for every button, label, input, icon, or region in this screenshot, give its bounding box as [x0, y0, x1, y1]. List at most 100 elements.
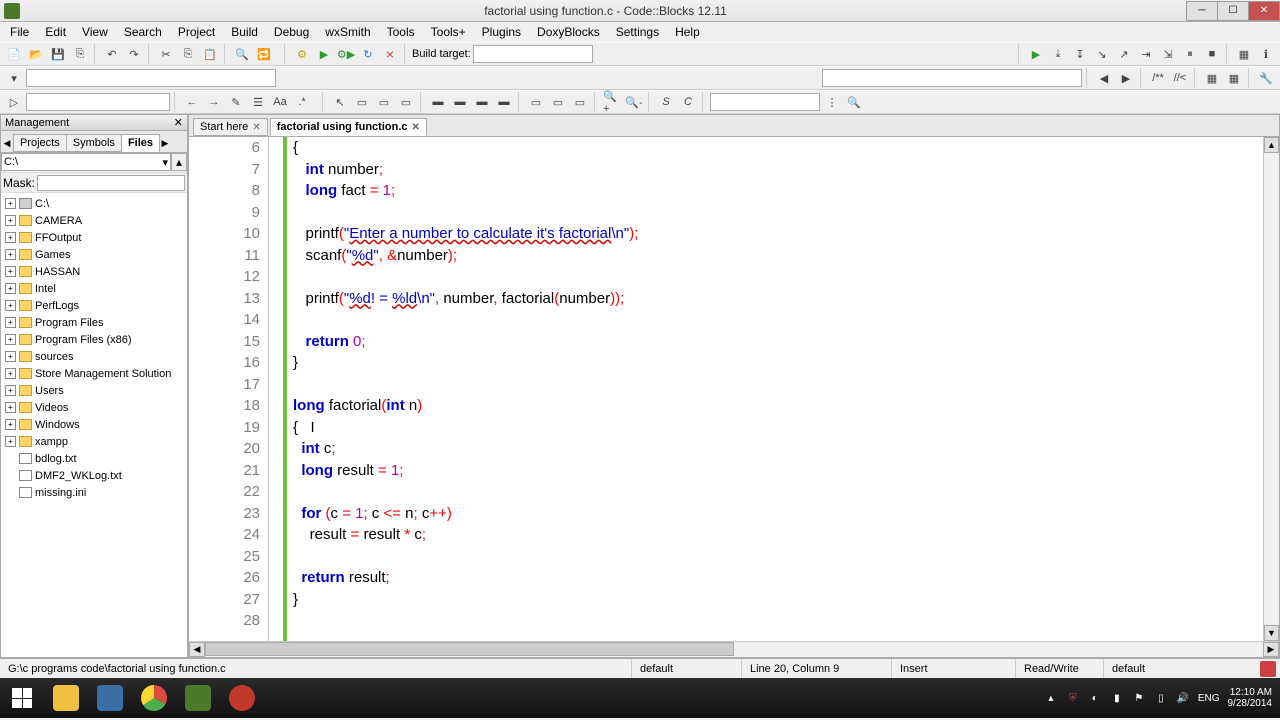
tab-symbols[interactable]: Symbols [66, 134, 122, 152]
tree-item[interactable]: +Users [3, 382, 185, 399]
scroll-right-icon[interactable]: ▶ [1263, 642, 1279, 657]
block-3-icon[interactable]: ▭ [396, 92, 416, 112]
find-icon[interactable]: 🔍 [232, 44, 252, 64]
block-9-icon[interactable]: ▭ [548, 92, 568, 112]
tree-item[interactable]: +PerfLogs [3, 297, 185, 314]
doctab[interactable]: factorial using function.c✕ [270, 118, 427, 136]
menu-wxsmith[interactable]: wxSmith [317, 23, 378, 41]
maximize-button[interactable]: ☐ [1217, 1, 1249, 21]
paste-icon[interactable]: 📋 [200, 44, 220, 64]
menu-view[interactable]: View [74, 23, 116, 41]
symbol-combo[interactable] [822, 69, 1082, 87]
doxy-line-icon[interactable]: //< [1170, 68, 1190, 88]
code-text[interactable]: { int number; long fact = 1; printf("Ent… [287, 137, 1263, 641]
tree-item[interactable]: +sources [3, 348, 185, 365]
tree-item[interactable]: missing.ini [3, 484, 185, 501]
new-file-icon[interactable]: 📄 [4, 44, 24, 64]
replace-icon[interactable]: 🔁 [254, 44, 274, 64]
tab-projects[interactable]: Projects [13, 134, 67, 152]
close-icon[interactable]: ✕ [174, 116, 183, 129]
doctab[interactable]: Start here✕ [193, 118, 268, 136]
menu-settings[interactable]: Settings [608, 23, 667, 41]
expander-icon[interactable]: + [5, 402, 16, 413]
expander-icon[interactable]: + [5, 436, 16, 447]
dropdown-icon[interactable]: ▾ [4, 68, 24, 88]
virtualbox-task-icon[interactable] [88, 678, 132, 718]
scroll-left-icon[interactable]: ◀ [189, 642, 205, 657]
recorder-task-icon[interactable] [220, 678, 264, 718]
expander-icon[interactable]: + [5, 368, 16, 379]
close-tab-icon[interactable]: ✕ [412, 122, 420, 133]
code-editor[interactable]: 6789101112131415161718192021222324252627… [189, 137, 1279, 641]
zoom-out-icon[interactable]: 🔍- [624, 92, 644, 112]
info-icon[interactable]: ℹ [1256, 44, 1276, 64]
expander-icon[interactable]: + [5, 215, 16, 226]
expander-icon[interactable]: + [5, 385, 16, 396]
block-4-icon[interactable]: ▬ [428, 92, 448, 112]
menu-file[interactable]: File [2, 23, 37, 41]
undo-icon[interactable]: ↶ [102, 44, 122, 64]
tree-item[interactable]: +Intel [3, 280, 185, 297]
abort-icon[interactable]: ⨯ [380, 44, 400, 64]
debug-windows-icon[interactable]: ▦ [1234, 44, 1254, 64]
next-instr-icon[interactable]: ⇥ [1136, 44, 1156, 64]
cut-icon[interactable]: ✂ [156, 44, 176, 64]
tray-network-icon[interactable]: ▯ [1154, 691, 1168, 705]
close-button[interactable]: ✕ [1248, 1, 1280, 21]
menu-help[interactable]: Help [667, 23, 708, 41]
close-tab-icon[interactable]: ✕ [252, 122, 260, 133]
regex-icon[interactable]: .* [292, 92, 312, 112]
debug-run-icon[interactable]: ▶ [1026, 44, 1046, 64]
next-line-icon[interactable]: ↧ [1070, 44, 1090, 64]
expander-icon[interactable]: + [5, 283, 16, 294]
vertical-scrollbar[interactable]: ▲ ▼ [1263, 137, 1279, 641]
tray-shield-icon[interactable]: ⛨ [1066, 691, 1080, 705]
horizontal-scrollbar[interactable]: ◀ ▶ [189, 641, 1279, 657]
menu-build[interactable]: Build [223, 23, 266, 41]
block-6-icon[interactable]: ▬ [472, 92, 492, 112]
explorer-task-icon[interactable] [44, 678, 88, 718]
match-case-icon[interactable]: Aa [270, 92, 290, 112]
tree-item[interactable]: +CAMERA [3, 212, 185, 229]
menu-project[interactable]: Project [170, 23, 223, 41]
tray-lang[interactable]: ENG [1198, 693, 1220, 704]
script-combo[interactable] [26, 93, 170, 111]
menu-debug[interactable]: Debug [266, 23, 317, 41]
nav-back-icon[interactable]: ← [182, 92, 202, 112]
tree-item[interactable]: +Windows [3, 416, 185, 433]
break-icon[interactable]: ⏸ [1180, 44, 1200, 64]
comment-icon[interactable]: C [678, 92, 698, 112]
build-icon[interactable]: ⚙ [292, 44, 312, 64]
scroll-left-icon[interactable]: ◀ [1, 134, 13, 152]
menu-edit[interactable]: Edit [37, 23, 74, 41]
highlight-icon[interactable]: ✎ [226, 92, 246, 112]
run-to-cursor-icon[interactable]: ⤓ [1048, 44, 1068, 64]
expander-icon[interactable]: + [5, 334, 16, 345]
pointer-icon[interactable]: ↖ [330, 92, 350, 112]
scroll-up-icon[interactable]: ▲ [1264, 137, 1279, 153]
save-icon[interactable]: 💾 [48, 44, 68, 64]
src-icon[interactable]: S [656, 92, 676, 112]
tray-clock[interactable]: 12:10 AM 9/28/2014 [1228, 687, 1273, 709]
tree-item[interactable]: +Program Files (x86) [3, 331, 185, 348]
scroll-right-icon[interactable]: ▶ [159, 134, 171, 152]
select-icon[interactable]: ☰ [248, 92, 268, 112]
block-7-icon[interactable]: ▬ [494, 92, 514, 112]
search-icon[interactable]: 🔍 [844, 92, 864, 112]
nav-fwd-icon[interactable]: → [204, 92, 224, 112]
expander-icon[interactable]: + [5, 266, 16, 277]
path-combo[interactable]: C:\▾ [1, 153, 171, 171]
chrome-task-icon[interactable] [132, 678, 176, 718]
tree-item[interactable]: +FFOutput [3, 229, 185, 246]
copy-icon[interactable]: ⎘ [178, 44, 198, 64]
scope-combo[interactable] [26, 69, 276, 87]
run-icon[interactable]: ▶ [314, 44, 334, 64]
step-into-icon[interactable]: ↘ [1092, 44, 1112, 64]
step-out-icon[interactable]: ↗ [1114, 44, 1134, 64]
block-5-icon[interactable]: ▬ [450, 92, 470, 112]
block-8-icon[interactable]: ▭ [526, 92, 546, 112]
mask-combo[interactable] [37, 175, 185, 191]
menu-tools[interactable]: Tools [379, 23, 423, 41]
tray-action-icon[interactable]: ⚑ [1132, 691, 1146, 705]
expander-icon[interactable]: + [5, 317, 16, 328]
